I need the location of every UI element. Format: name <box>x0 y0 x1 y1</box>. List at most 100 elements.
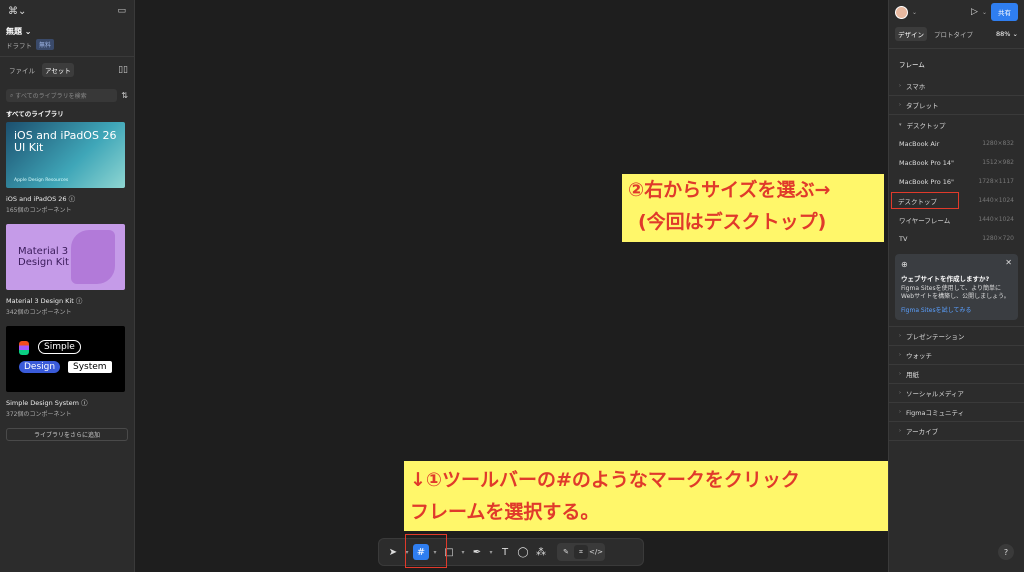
left-tabs: ファイル アセット ▯▯ <box>0 56 134 83</box>
library-count: 372個のコンポーネント <box>6 411 72 418</box>
preset-tv[interactable]: TV 1280×720 <box>889 229 1024 248</box>
thumbnail-title: Material 3 Design Kit <box>18 246 69 268</box>
text-icon[interactable]: T <box>497 544 513 560</box>
group-social-media[interactable]: › ソーシャルメディア <box>889 384 1024 403</box>
present-play-icon[interactable]: ▷ <box>971 7 978 17</box>
group-archive[interactable]: › アーカイブ <box>889 422 1024 441</box>
figma-logo-icon <box>19 341 29 355</box>
chevron-down-icon[interactable]: ⌄ <box>982 9 987 16</box>
library-search: ⌕ すべてのライブラリを検索 ⇅ <box>6 89 128 102</box>
library-name: Simple Design System ⓘ <box>6 399 88 407</box>
chevron-right-icon: › <box>899 102 901 108</box>
chevron-right-icon: › <box>899 352 901 358</box>
tab-files[interactable]: ファイル <box>6 63 38 77</box>
move-icon[interactable]: ➤ <box>385 544 401 560</box>
annotation-step-1: ↓①ツールバーの#のようなマークをクリック フレームを選択する。 <box>404 461 888 531</box>
document-status: ドラフト 無料 <box>0 37 134 52</box>
chevron-down-icon[interactable]: ▾ <box>459 544 467 560</box>
preset-wireframe[interactable]: ワイヤーフレーム 1440×1024 <box>889 210 1024 229</box>
library-thumbnail: iOS and iPadOS 26 UI Kit Apple Design Res… <box>6 122 125 188</box>
thumbnail-title: iOS and iPadOS 26 UI Kit <box>14 129 117 154</box>
tab-assets[interactable]: アセット <box>42 63 74 77</box>
thumbnail-word: Design <box>19 361 61 373</box>
close-icon[interactable]: ✕ <box>1005 258 1012 267</box>
globe-icon: ⊕ <box>901 260 908 269</box>
zoom-level[interactable]: 88% ⌄ <box>996 30 1018 38</box>
right-panel: ⌄ ▷ ⌄ 共有 デザイン プロトタイプ 88% ⌄ フレーム › スマホ › タブ… <box>888 0 1024 572</box>
chevron-right-icon: › <box>899 371 901 377</box>
all-libraries-heading: すべてのライブラリ <box>6 110 64 118</box>
chevron-right-icon: › <box>899 333 901 339</box>
promo-title: ウェブサイトを作成しますか? <box>901 275 990 283</box>
thumbnail-word: Simple <box>38 340 81 354</box>
draft-label: ドラフト <box>6 41 32 50</box>
library-count: 165個のコンポーネント <box>6 207 72 214</box>
preset-desktop-size: 1440×1024 <box>978 197 1014 204</box>
library-count: 342個のコンポーネント <box>6 309 72 316</box>
add-library-button[interactable]: ライブラリをさらに追加 <box>6 428 128 441</box>
promo-link[interactable]: Figma Sitesを試してみる <box>901 305 1012 314</box>
annotation-step-2: ②右からサイズを選ぶ→ (今回はデスクトップ) <box>622 174 884 242</box>
left-panel: ⌘⌄ ▭ 無題 ⌄ ドラフト 無料 ファイル アセット ▯▯ ⌕ すべてのライブ… <box>0 0 135 572</box>
library-card-material[interactable]: Material 3 Design Kit Material 3 Design K… <box>6 224 128 316</box>
frame-heading: フレーム <box>889 48 1024 77</box>
avatar[interactable] <box>895 5 908 19</box>
thumbnail-subtitle: Apple Design Resources <box>14 178 69 183</box>
group-paper[interactable]: › 用紙 <box>889 365 1024 384</box>
actions-icon[interactable]: ⁂ <box>533 544 549 560</box>
annotation-line: (今回はデスクトップ) <box>638 211 827 233</box>
thumbnail-shape <box>71 230 115 284</box>
left-header: ⌘⌄ ▭ <box>0 0 134 22</box>
sites-promo-card: ⊕ ✕ ウェブサイトを作成しますか? Figma Sitesを使用して、より簡単… <box>895 254 1018 320</box>
library-card-ios[interactable]: iOS and iPadOS 26 UI Kit Apple Design Res… <box>6 122 128 214</box>
group-tablet[interactable]: › タブレット <box>889 96 1024 115</box>
chevron-right-icon: › <box>899 409 901 415</box>
group-watch[interactable]: › ウォッチ <box>889 346 1024 365</box>
group-presentation[interactable]: › プレゼンテーション <box>889 327 1024 346</box>
chevron-down-icon: ▾ <box>899 121 902 128</box>
comment-icon[interactable]: ◯ <box>515 544 531 560</box>
design-mode-icon[interactable]: ⌗ <box>574 545 588 559</box>
chevron-right-icon: › <box>899 390 901 396</box>
preset-desktop-row: デスクトップ 1440×1024 <box>889 191 1024 210</box>
tab-design[interactable]: デザイン <box>895 27 927 41</box>
library-name: Material 3 Design Kit ⓘ <box>6 297 83 305</box>
preset-macbook-pro-14[interactable]: MacBook Pro 14" 1512×982 <box>889 153 1024 172</box>
sort-icon[interactable]: ⇅ <box>121 91 128 100</box>
figma-app: ⌘⌄ ▭ 無題 ⌄ ドラフト 無料 ファイル アセット ▯▯ ⌕ すべてのライブ… <box>0 0 1024 572</box>
group-desktop[interactable]: ▾ デスクトップ <box>889 115 1024 134</box>
chevron-down-icon[interactable]: ▾ <box>487 544 495 560</box>
draw-mode-icon[interactable]: ✎ <box>559 545 573 559</box>
plan-badge: 無料 <box>36 39 55 50</box>
annotation-line: フレームを選択する。 <box>410 501 600 523</box>
pen-icon[interactable]: ✒ <box>469 544 485 560</box>
library-book-icon[interactable]: ▯▯ <box>118 65 128 75</box>
library-name: iOS and iPadOS 26 ⓘ <box>6 195 76 203</box>
tab-prototype[interactable]: プロトタイプ <box>931 27 976 41</box>
dev-mode-icon[interactable]: </> <box>589 545 603 559</box>
right-tabs: デザイン プロトタイプ 88% ⌄ <box>889 24 1024 44</box>
annotation-line: ②右からサイズを選ぶ→ <box>628 179 831 201</box>
group-phone[interactable]: › スマホ <box>889 77 1024 96</box>
chevron-right-icon: › <box>899 428 901 434</box>
preset-macbook-pro-16[interactable]: MacBook Pro 16" 1728×1117 <box>889 172 1024 191</box>
search-placeholder: すべてのライブラリを検索 <box>15 93 87 100</box>
figma-menu-icon[interactable]: ⌘⌄ <box>8 6 26 17</box>
promo-body: Figma Sitesを使用して、より簡単にWebサイトを構築し、公開しましょう… <box>901 285 1010 300</box>
thumbnail-word: System <box>68 361 112 373</box>
search-input[interactable]: ⌕ すべてのライブラリを検索 <box>6 89 118 102</box>
annotation-line: ↓①ツールバーの#のようなマークをクリック <box>410 469 800 491</box>
preset-macbook-air[interactable]: MacBook Air 1280×832 <box>889 134 1024 153</box>
library-card-sds[interactable]: Simple Design System Simple Design Syste… <box>6 326 128 418</box>
sidebar-toggle-icon[interactable]: ▭ <box>117 6 126 16</box>
frame-tool-highlight <box>405 534 447 568</box>
mode-switch: ✎ ⌗ </> <box>557 543 605 561</box>
preset-desktop[interactable]: デスクトップ <box>891 192 959 209</box>
group-figma-community[interactable]: › Figmaコミュニティ <box>889 403 1024 422</box>
document-title[interactable]: 無題 ⌄ <box>0 22 134 37</box>
share-button[interactable]: 共有 <box>991 3 1018 21</box>
right-header: ⌄ ▷ ⌄ 共有 <box>889 0 1024 24</box>
library-thumbnail: Simple Design System <box>6 326 125 392</box>
help-button[interactable]: ? <box>998 544 1014 560</box>
chevron-down-icon[interactable]: ⌄ <box>912 9 917 16</box>
